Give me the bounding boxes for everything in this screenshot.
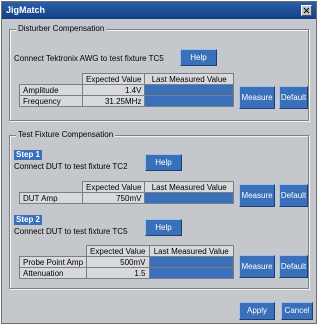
disturber-default-button[interactable]: Default — [279, 86, 308, 109]
table-corner — [19, 73, 83, 85]
last-measured-frequency — [144, 95, 234, 107]
step-2-help-button[interactable]: Help — [145, 219, 182, 236]
step-1-values-table: Expected Value Last Measured Value DUT A… — [19, 181, 234, 204]
disturber-instruction: Connect Tektronix AWG to test fixture TC… — [14, 54, 164, 63]
step-1-help-button[interactable]: Help — [145, 154, 182, 171]
expected-value-amplitude: 1.4V — [81, 84, 146, 96]
step-1-default-button[interactable]: Default — [279, 184, 308, 207]
step-1-instruction: Connect DUT to test fixture TC2 — [14, 162, 128, 171]
title-bar[interactable]: JigMatch — [2, 2, 316, 19]
step-1-tag: Step 1 — [14, 150, 43, 160]
expected-value-attenuation: 1.5 — [86, 267, 150, 279]
expected-value-frequency: 31.25MHz — [81, 95, 146, 107]
cancel-button[interactable]: Cancel — [281, 302, 313, 320]
last-measured-attenuation — [148, 267, 234, 279]
step-2-tag: Step 2 — [14, 215, 43, 225]
column-header-expected: Expected Value — [81, 181, 146, 193]
close-icon[interactable] — [301, 5, 312, 16]
test-fixture-compensation-group: Test Fixture Compensation Step 1 Connect… — [9, 130, 309, 289]
step-2-instruction: Connect DUT to test fixture TC5 — [14, 227, 128, 236]
column-header-last-measured: Last Measured Value — [144, 73, 234, 85]
last-measured-probe-point-amp — [148, 256, 234, 268]
row-label-attenuation: Attenuation — [18, 267, 88, 279]
row-label-frequency: Frequency — [19, 95, 83, 107]
step-2-default-button[interactable]: Default — [279, 255, 308, 278]
row-label-amplitude: Amplitude — [19, 84, 83, 96]
last-measured-dut-amp — [144, 192, 234, 204]
window-title: JigMatch — [6, 5, 46, 15]
table-corner — [19, 181, 83, 193]
column-header-last-measured: Last Measured Value — [144, 181, 234, 193]
table-row: DUT Amp 750mV — [19, 192, 234, 204]
table-row: Frequency 31.25MHz — [19, 95, 234, 107]
disturber-compensation-legend: Disturber Compensation — [16, 24, 107, 33]
disturber-values-table: Expected Value Last Measured Value Ampli… — [19, 73, 234, 107]
column-header-expected: Expected Value — [86, 245, 150, 257]
expected-value-dut-amp: 750mV — [81, 192, 146, 204]
step-1-measure-button[interactable]: Measure — [239, 184, 275, 207]
column-header-expected: Expected Value — [81, 73, 146, 85]
row-label-probe-point-amp: Probe Point Amp — [18, 256, 88, 268]
disturber-help-button[interactable]: Help — [180, 49, 217, 66]
step-2-measure-button[interactable]: Measure — [239, 255, 275, 278]
expected-value-probe-point-amp: 500mV — [86, 256, 150, 268]
step-2-values-table: Expected Value Last Measured Value Probe… — [18, 245, 234, 279]
table-row: Amplitude 1.4V — [19, 84, 234, 96]
jigmatch-window: JigMatch Disturber Compensation Connect … — [1, 1, 317, 324]
test-fixture-compensation-legend: Test Fixture Compensation — [16, 130, 116, 139]
column-header-last-measured: Last Measured Value — [148, 245, 234, 257]
disturber-compensation-group: Disturber Compensation Connect Tektronix… — [9, 24, 309, 121]
table-row: Probe Point Amp 500mV — [18, 256, 234, 268]
apply-button[interactable]: Apply — [239, 302, 275, 320]
last-measured-amplitude — [144, 84, 234, 96]
table-row: Attenuation 1.5 — [18, 267, 234, 279]
table-corner — [18, 245, 88, 257]
disturber-measure-button[interactable]: Measure — [239, 86, 275, 109]
row-label-dut-amp: DUT Amp — [19, 192, 83, 204]
